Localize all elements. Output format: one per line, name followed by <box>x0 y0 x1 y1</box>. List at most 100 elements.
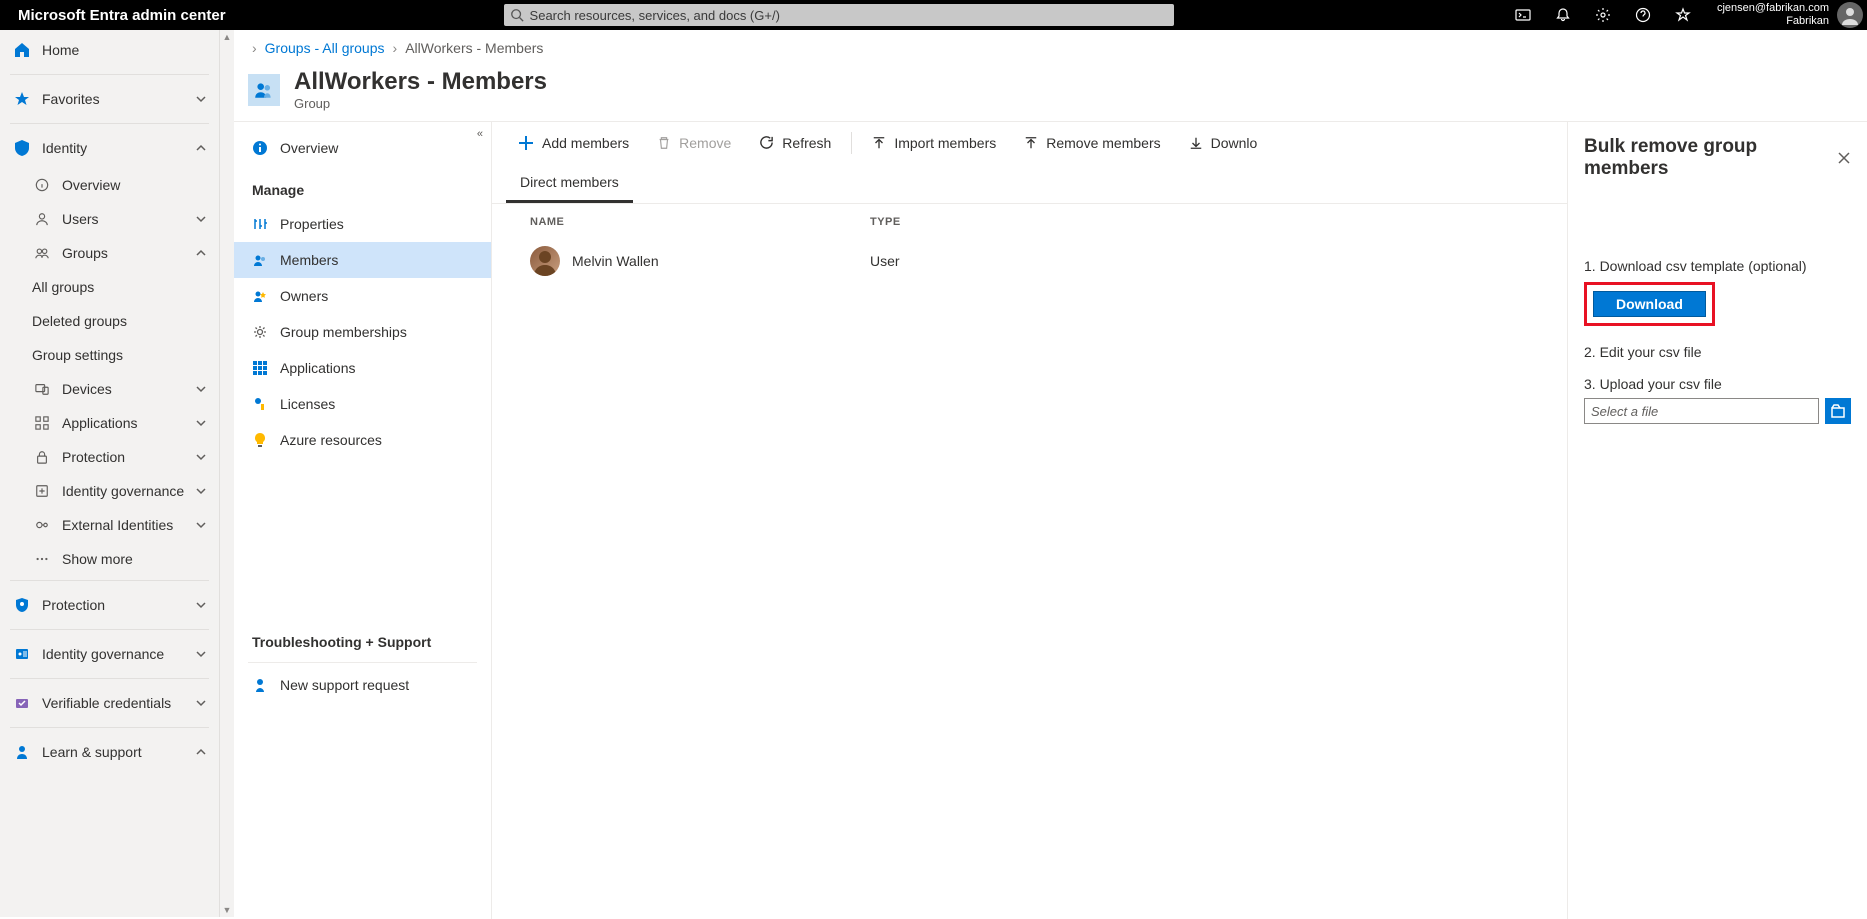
step1-label: 1. Download csv template (optional) <box>1584 258 1851 274</box>
breadcrumb-groups[interactable]: Groups - All groups <box>265 40 385 56</box>
nav-identity-overview[interactable]: Overview <box>0 168 219 202</box>
download-icon <box>1189 136 1203 150</box>
help-icon[interactable] <box>1627 0 1659 30</box>
apps-icon <box>32 416 52 430</box>
nav-groups[interactable]: Groups <box>0 236 219 270</box>
license-icon <box>252 396 268 412</box>
remove-members-button[interactable]: Remove members <box>1012 127 1172 159</box>
settings-icon[interactable] <box>1587 0 1619 30</box>
step2-label: 2. Edit your csv file <box>1584 344 1851 360</box>
detail-memberships[interactable]: Group memberships <box>234 314 491 350</box>
download-template-button[interactable]: Download <box>1593 291 1706 317</box>
chevron-down-icon <box>195 485 207 497</box>
file-input[interactable]: Select a file <box>1584 398 1819 424</box>
nav-learn-support[interactable]: Learn & support <box>0 732 219 772</box>
nav-users[interactable]: Users <box>0 202 219 236</box>
chevron-down-icon <box>195 697 207 709</box>
main-pane: Add members Remove Refresh Import member… <box>492 122 1867 919</box>
gear-icon <box>252 324 268 340</box>
plus-icon <box>518 135 534 151</box>
nav-verifiable[interactable]: Verifiable credentials <box>0 683 219 723</box>
nav-deleted-groups[interactable]: Deleted groups <box>0 304 219 338</box>
account-menu[interactable]: cjensen@fabrikan.com Fabrikan <box>1707 2 1867 28</box>
global-search[interactable]: Search resources, services, and docs (G+… <box>504 4 1174 26</box>
detail-azure[interactable]: Azure resources <box>234 422 491 458</box>
detail-licenses[interactable]: Licenses <box>234 386 491 422</box>
import-members-button[interactable]: Import members <box>860 127 1008 159</box>
chevron-up-icon <box>195 746 207 758</box>
chevron-down-icon <box>195 383 207 395</box>
account-org: Fabrikan <box>1717 15 1829 28</box>
chevron-right-icon: › <box>393 40 398 56</box>
page-header: AllWorkers - Members Group <box>234 66 1867 122</box>
nav-all-groups[interactable]: All groups <box>0 270 219 304</box>
top-bar: Microsoft Entra admin center Search reso… <box>0 0 1867 30</box>
top-icon-bar: cjensen@fabrikan.com Fabrikan <box>1507 0 1867 30</box>
left-nav: Home Favorites Identity Overview Users G… <box>0 30 220 917</box>
detail-properties[interactable]: Properties <box>234 206 491 242</box>
support-icon <box>12 744 32 760</box>
refresh-icon <box>759 135 774 150</box>
remove-button: Remove <box>645 127 743 159</box>
upload-icon <box>872 136 886 150</box>
browse-file-button[interactable] <box>1825 398 1851 424</box>
member-name: Melvin Wallen <box>572 253 659 269</box>
chevron-right-icon: › <box>252 40 257 56</box>
notifications-icon[interactable] <box>1547 0 1579 30</box>
refresh-button[interactable]: Refresh <box>747 127 843 159</box>
add-members-button[interactable]: Add members <box>506 127 641 159</box>
devices-icon <box>32 382 52 396</box>
collapse-button[interactable]: « <box>477 128 483 140</box>
feedback-icon[interactable] <box>1667 0 1699 30</box>
properties-icon <box>252 216 268 232</box>
nav-protection2[interactable]: Protection <box>0 585 219 625</box>
download-members-button[interactable]: Downlo <box>1177 127 1270 159</box>
nav-applications[interactable]: Applications <box>0 406 219 440</box>
tab-direct-members[interactable]: Direct members <box>506 164 633 203</box>
nav-home[interactable]: Home <box>0 30 219 70</box>
chevron-down-icon <box>195 213 207 225</box>
toolbar-divider <box>851 132 852 154</box>
identity-icon <box>12 140 32 156</box>
nav-identity-gov2[interactable]: Identity governance <box>0 634 219 674</box>
trash-icon <box>657 136 671 150</box>
nav-favorites[interactable]: Favorites <box>0 79 219 119</box>
close-panel-button[interactable] <box>1837 151 1851 165</box>
nav-external[interactable]: External Identities <box>0 508 219 542</box>
account-email: cjensen@fabrikan.com <box>1717 2 1829 15</box>
protection-icon <box>12 597 32 613</box>
chevron-down-icon <box>195 519 207 531</box>
account-avatar <box>1837 2 1863 28</box>
nav-identity-gov[interactable]: Identity governance <box>0 474 219 508</box>
detail-members[interactable]: Members <box>234 242 491 278</box>
members-icon <box>252 252 268 268</box>
cloud-shell-icon[interactable] <box>1507 0 1539 30</box>
member-avatar <box>530 246 560 276</box>
step3-label: 3. Upload your csv file <box>1584 376 1851 392</box>
panel-title: Bulk remove group members <box>1584 136 1837 180</box>
star-icon <box>12 91 32 107</box>
search-icon <box>510 8 530 22</box>
nav-devices[interactable]: Devices <box>0 372 219 406</box>
nav-identity[interactable]: Identity <box>0 128 219 168</box>
detail-overview[interactable]: Overview <box>234 130 491 166</box>
lock-icon <box>32 450 52 464</box>
owners-icon <box>252 288 268 304</box>
content-area: › Groups - All groups › AllWorkers - Mem… <box>234 30 1867 917</box>
member-type: User <box>870 253 900 269</box>
scroll-up-icon: ▲ <box>220 30 234 44</box>
chevron-up-icon <box>195 247 207 259</box>
detail-support[interactable]: New support request <box>234 667 491 703</box>
nav-protection[interactable]: Protection <box>0 440 219 474</box>
nav-group-settings[interactable]: Group settings <box>0 338 219 372</box>
col-type-header: TYPE <box>870 216 901 228</box>
external-icon <box>32 518 52 532</box>
nav-show-more[interactable]: Show more <box>0 542 219 576</box>
breadcrumb: › Groups - All groups › AllWorkers - Mem… <box>234 30 1867 66</box>
detail-apps[interactable]: Applications <box>234 350 491 386</box>
page-scrollbar[interactable]: ▲ ▼ <box>220 30 234 917</box>
governance-icon <box>32 484 52 498</box>
detail-owners[interactable]: Owners <box>234 278 491 314</box>
breadcrumb-current: AllWorkers - Members <box>405 40 543 56</box>
verifiable-icon <box>12 695 32 711</box>
